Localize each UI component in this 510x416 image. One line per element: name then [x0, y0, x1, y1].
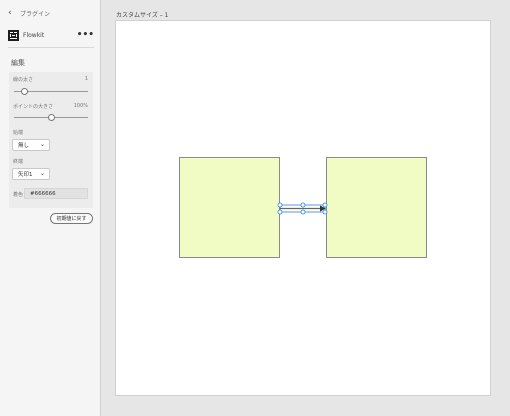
line-thickness-value: 1: [84, 76, 88, 82]
artboard-title[interactable]: カスタムサイズ – 1: [116, 10, 168, 19]
selection-handle[interactable]: [322, 202, 328, 208]
color-label: 着色: [13, 192, 24, 198]
selection-handle[interactable]: [322, 209, 328, 215]
left-rectangle[interactable]: [179, 157, 280, 258]
selection-handle[interactable]: [277, 209, 283, 215]
chevron-down-icon: ⌄: [39, 170, 45, 177]
section-title: 編集: [11, 59, 25, 67]
color-input[interactable]: #666666: [24, 188, 88, 199]
plugin-name: Flowkit: [23, 31, 45, 39]
line-thickness-label: 線の太さ: [13, 77, 34, 83]
reset-button[interactable]: 初期値に戻す: [50, 213, 93, 224]
selection-handle[interactable]: [300, 202, 306, 208]
line-thickness-slider-thumb[interactable]: [21, 88, 28, 95]
plugin-header: Flowkit •••: [8, 28, 94, 42]
start-select[interactable]: 無し ⌄: [12, 139, 50, 151]
chevron-left-icon[interactable]: ‹: [8, 8, 18, 18]
selection-handle[interactable]: [300, 209, 306, 215]
start-select-value: 無し: [18, 143, 30, 149]
plugin-sidebar: ‹ プラグイン Flowkit ••• 編集 線の太さ 1 ポイントの大きさ 1…: [0, 0, 101, 416]
more-menu-icon[interactable]: •••: [77, 30, 94, 40]
arrow-connector[interactable]: [277, 201, 331, 217]
color-value: #666666: [30, 190, 56, 197]
point-size-slider-thumb[interactable]: [48, 114, 55, 121]
point-size-label: ポイントの大きさ: [13, 104, 54, 110]
chevron-down-icon: ⌄: [39, 141, 45, 148]
right-rectangle[interactable]: [326, 157, 427, 258]
back-label[interactable]: プラグイン: [20, 9, 50, 18]
selection-handle[interactable]: [277, 202, 283, 208]
point-size-value: 100%: [73, 103, 88, 109]
start-label: 始端: [13, 130, 24, 136]
plugin-logo-icon: [8, 29, 19, 41]
end-label: 終端: [13, 159, 24, 165]
end-select-value: 矢印1: [18, 172, 33, 178]
divider: [8, 47, 94, 48]
end-select[interactable]: 矢印1 ⌄: [12, 168, 50, 180]
back-nav[interactable]: ‹ プラグイン: [8, 8, 50, 18]
